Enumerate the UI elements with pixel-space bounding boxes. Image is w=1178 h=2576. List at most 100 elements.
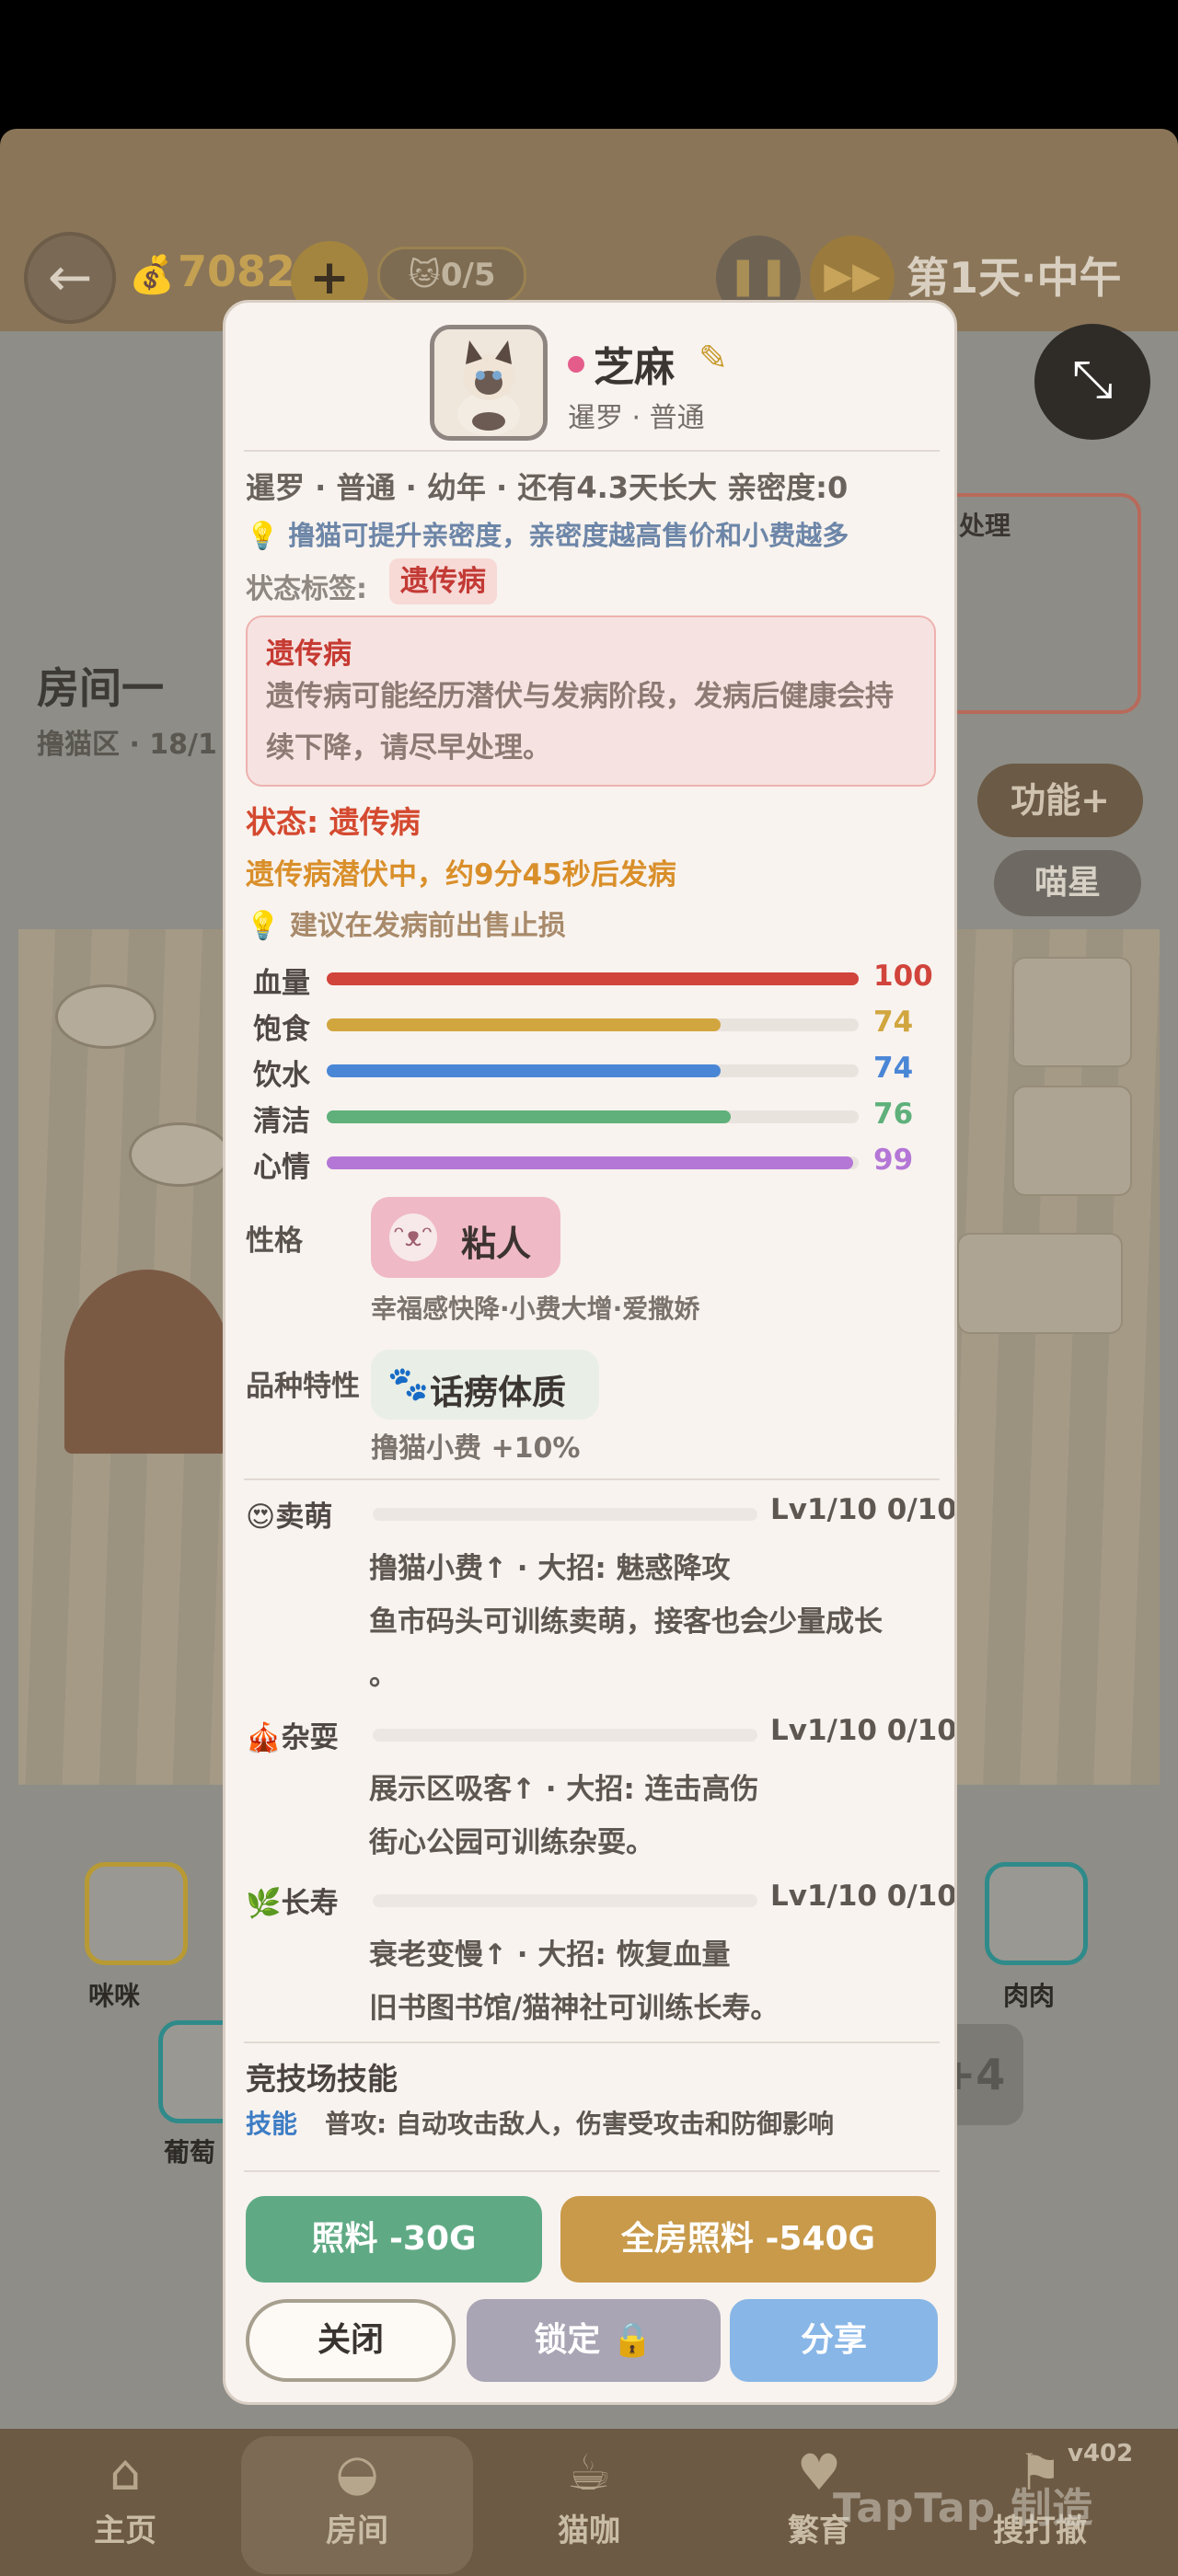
cat-house-icon	[64, 1270, 230, 1454]
personality-value: 粘人	[461, 1224, 532, 1264]
warning-body: 遗传病可能经历潜伏与发病阶段，发病后健康会持续下降，请尽早处理。	[266, 680, 894, 765]
cat-face-icon: ᵔᴥᵔ	[389, 1213, 437, 1261]
stat-label: 心情	[253, 1151, 310, 1184]
skill-name: 🌿长寿	[246, 1880, 339, 1921]
skill-level: Lv1/10 0/10	[770, 1714, 957, 1747]
breed-trait-label: 品种特性	[246, 1370, 360, 1403]
heart-eyes-icon: 😍	[246, 1501, 276, 1534]
divider	[244, 450, 940, 452]
personality-label: 性格	[246, 1225, 303, 1258]
close-button[interactable]: 关闭	[246, 2299, 456, 2382]
stat-label: 清洁	[253, 1105, 310, 1138]
skill-name-text: 杂耍	[281, 1721, 339, 1754]
food-bowl-icon	[55, 984, 156, 1049]
skill-training-desc-end: 。	[369, 1659, 398, 1692]
skill-name: 🎪杂耍	[246, 1714, 339, 1755]
back-button[interactable]: ←	[24, 232, 116, 324]
breed-trait-desc: 撸猫小费 +10%	[371, 1432, 581, 1465]
bowl-icon: ◒	[335, 2444, 379, 2501]
nav-home[interactable]: ⌂ 主页	[15, 2436, 236, 2574]
stat-fill	[327, 1018, 721, 1031]
lightbulb-icon: 💡	[246, 520, 280, 551]
stat-row: 饮水 74	[253, 1052, 934, 1092]
gender-dot	[568, 356, 584, 373]
skill-level: Lv1/10 0/10	[770, 1880, 957, 1913]
water-bowl-icon	[129, 1122, 230, 1187]
stat-row: 心情 99	[253, 1144, 934, 1184]
stat-fill	[327, 1156, 854, 1169]
version-label: v402	[1068, 2440, 1134, 2467]
breed-trait-badge[interactable]: 🐾 话痨体质	[371, 1350, 599, 1420]
toy-mouse-icon	[1012, 957, 1132, 1067]
cat-cushion-icon	[1012, 1086, 1132, 1196]
stat-row: 血量 100	[253, 960, 934, 1000]
room-subtitle: 撸猫区 · 18/1	[37, 729, 217, 761]
cat-count-badge: 🐱0/5	[377, 247, 526, 304]
pause-icon: ❚❚	[727, 255, 790, 297]
cat-cup-icon: ☕	[566, 2444, 612, 2501]
skill-training-desc: 旧书图书馆/猫神社可训练长寿。	[369, 1992, 780, 2025]
nav-cafe[interactable]: ☕ 猫咖	[479, 2436, 699, 2574]
stat-track	[327, 1064, 859, 1077]
money-amount: 7082	[178, 247, 296, 296]
divider	[244, 1478, 940, 1480]
arena-skill-text: 普攻: 自动攻击敌人，伤害受攻击和防御影响	[325, 2109, 834, 2139]
stat-value: 74	[873, 1052, 914, 1085]
fast-forward-icon: ▶▶	[824, 255, 881, 297]
collapse-button[interactable]: ⤡	[1034, 324, 1150, 440]
nav-label: 猫咖	[558, 2513, 620, 2549]
skill-desc: 展示区吸客↑ · 大招: 连击高伤	[369, 1773, 759, 1806]
stat-label: 饱食	[253, 1013, 310, 1046]
cat-slot[interactable]	[985, 1862, 1088, 1965]
herb-icon: 🌿	[246, 1887, 282, 1920]
stat-track	[327, 1018, 859, 1031]
lock-button[interactable]: 锁定 🔒	[467, 2299, 721, 2382]
skill-name: 😍卖萌	[246, 1493, 332, 1535]
skill-training-desc: 鱼市码头可训练卖萌，接客也会少量成长	[369, 1605, 883, 1639]
feed-all-button[interactable]: 全房照料 -540G	[560, 2196, 936, 2283]
stat-track	[327, 1156, 859, 1169]
stat-value: 74	[873, 1006, 914, 1039]
personality-badge[interactable]: ᵔᴥᵔ 粘人	[371, 1197, 560, 1278]
cat-slot-name: 咪咪	[88, 1981, 141, 2011]
cat-avatar	[430, 325, 548, 441]
cat-count: 0/5	[440, 257, 496, 293]
stat-label: 饮水	[253, 1059, 310, 1092]
status-line: 状态: 遗传病	[246, 804, 421, 840]
arena-skills-title: 竞技场技能	[246, 2061, 398, 2097]
nav-room[interactable]: ◒ 房间	[241, 2436, 473, 2574]
skill-progress	[373, 1894, 757, 1907]
affinity-tip: 💡 撸猫可提升亲密度，亲密度越高售价和小费越多	[246, 514, 849, 553]
skill-progress	[373, 1729, 757, 1742]
status-tag-label: 状态标签:	[246, 573, 367, 605]
disease-warning-box: 遗传病 遗传病可能经历潜伏与发病阶段，发病后健康会持续下降，请尽早处理。	[246, 615, 936, 787]
cat-slot[interactable]	[85, 1862, 188, 1965]
breed-trait-value: 话痨体质	[430, 1373, 566, 1412]
cat-slot-name: 葡萄	[164, 2137, 216, 2168]
cat-detail-dialog: 芝麻 ✎ 暹罗 · 普通 暹罗 · 普通 · 幼年 · 还有4.3天长大 亲密度…	[223, 300, 957, 2405]
stat-row: 清洁 76	[253, 1098, 934, 1138]
cat-slot-name: 肉肉	[1003, 1981, 1056, 2011]
lightbulb-icon: 💡	[246, 910, 281, 942]
function-button[interactable]: 功能+	[977, 764, 1143, 837]
divider	[244, 2170, 940, 2172]
pencil-edit-icon[interactable]: ✎	[699, 338, 728, 378]
share-button[interactable]: 分享	[730, 2299, 938, 2382]
feed-button[interactable]: 照料 -30G	[246, 2196, 542, 2283]
circus-tent-icon: 🎪	[246, 1721, 282, 1754]
home-icon: ⌂	[109, 2444, 142, 2501]
cat-name: 芝麻	[594, 344, 675, 391]
stat-label: 血量	[253, 967, 310, 1000]
latent-timer: 遗传病潜伏中，约9分45秒后发病	[246, 858, 676, 891]
paw-icon: 🐾	[387, 1365, 429, 1403]
room-title: 房间一	[37, 663, 164, 713]
cat-head-icon: 🐱	[408, 257, 441, 293]
cat-breed: 暹罗 · 普通	[568, 402, 705, 434]
cat-bed-icon	[957, 1233, 1123, 1334]
personality-desc: 幸福感快降·小费大增·爱撒娇	[371, 1294, 700, 1324]
arena-skill-tag: 技能	[246, 2109, 298, 2139]
status-tag: 遗传病	[389, 558, 497, 604]
miao-star-button[interactable]: 喵星	[994, 850, 1141, 916]
money-bag-icon: 💰	[129, 254, 175, 296]
side-notice-card[interactable]: 处理	[939, 493, 1141, 714]
